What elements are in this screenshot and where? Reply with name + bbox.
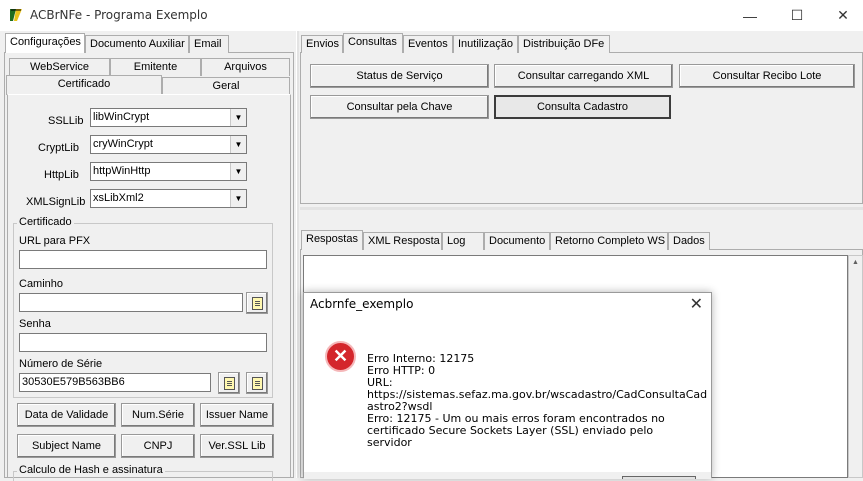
tab-documento[interactable]: Documento (484, 232, 550, 250)
chevron-down-icon[interactable]: ▼ (230, 136, 246, 153)
tab-log[interactable]: Log (442, 232, 484, 250)
caminho-label: Caminho (19, 278, 64, 290)
status-servico-button[interactable]: Status de Serviço (310, 64, 489, 88)
senha-input[interactable] (19, 333, 267, 352)
ver-ssl-lib-button[interactable]: Ver.SSL Lib (200, 434, 274, 458)
tab-consultas[interactable]: Consultas (343, 33, 403, 53)
dialog-title: Acbrnfe_exemplo (310, 297, 414, 311)
chevron-down-icon[interactable]: ▼ (230, 109, 246, 126)
tab-respostas[interactable]: Respostas (301, 230, 363, 250)
error-dialog: Acbrnfe_exemplo ✕ ✕ Erro Interno: 12175 … (303, 292, 712, 479)
tab-email[interactable]: Email (189, 35, 229, 53)
numero-serie-label: Número de Série (19, 358, 103, 370)
load-certificate-button[interactable] (246, 372, 268, 394)
tab-dados[interactable]: Dados (668, 232, 710, 250)
senha-label: Senha (19, 318, 51, 330)
cryptlib-select[interactable]: cryWinCrypt ▼ (90, 135, 247, 154)
url-pfx-input[interactable] (19, 250, 267, 269)
dialog-message: Erro Interno: 12175 Erro HTTP: 0 URL: ht… (367, 352, 708, 449)
document-icon (251, 376, 263, 390)
splitter[interactable] (296, 31, 299, 478)
browse-file-button[interactable] (246, 292, 268, 314)
tab-webservice[interactable]: WebService (9, 58, 110, 76)
xmlsignlib-label: XMLSignLib (26, 196, 86, 208)
consultar-carregando-xml-button[interactable]: Consultar carregando XML (494, 64, 673, 88)
app-icon (8, 7, 24, 23)
chevron-down-icon[interactable]: ▼ (230, 163, 246, 180)
numero-serie-input[interactable]: 30530E579B563BB6 (19, 373, 211, 392)
tab-certificado[interactable]: Certificado (6, 75, 162, 95)
tab-retorno-completo-ws[interactable]: Retorno Completo WS (550, 232, 668, 250)
ssllib-select[interactable]: libWinCrypt ▼ (90, 108, 247, 127)
horizontal-splitter[interactable] (300, 207, 863, 210)
url-pfx-label: URL para PFX (19, 235, 91, 247)
httplib-select[interactable]: httpWinHttp ▼ (90, 162, 247, 181)
maximize-button[interactable]: ☐ (774, 0, 820, 31)
chevron-down-icon[interactable]: ▼ (230, 190, 246, 207)
cryptlib-label: CryptLib (38, 142, 79, 154)
httplib-label: HttpLib (44, 169, 79, 181)
consulta-cadastro-button[interactable]: Consulta Cadastro (494, 95, 671, 119)
consultar-recibo-lote-button[interactable]: Consultar Recibo Lote (679, 64, 855, 88)
tab-emitente[interactable]: Emitente (110, 58, 201, 76)
caminho-input[interactable] (19, 293, 243, 312)
vertical-scrollbar[interactable]: ▲ (848, 255, 863, 478)
data-validade-button[interactable]: Data de Validade (17, 403, 116, 427)
tab-configuracoes[interactable]: Configurações (5, 33, 85, 53)
tab-documento-auxiliar[interactable]: Documento Auxiliar (85, 35, 189, 53)
tab-distribuicao-dfe[interactable]: Distribuição DFe (518, 35, 610, 53)
error-icon: ✕ (325, 341, 356, 372)
tab-envios[interactable]: Envios (301, 35, 343, 53)
tab-eventos[interactable]: Eventos (403, 35, 453, 53)
tab-geral[interactable]: Geral (162, 77, 290, 95)
tab-inutilizacao[interactable]: Inutilização (453, 35, 518, 53)
issuer-name-button[interactable]: Issuer Name (200, 403, 274, 427)
certificado-group-title: Certificado (17, 216, 74, 228)
tab-xml-resposta[interactable]: XML Resposta (363, 232, 442, 250)
scroll-up-icon[interactable]: ▲ (849, 259, 862, 266)
title-bar: ACBrNFe - Programa Exemplo — ☐ ✕ (0, 0, 863, 31)
hash-group-title: Calculo de Hash e assinatura (17, 464, 165, 476)
tab-arquivos[interactable]: Arquivos (201, 58, 290, 76)
ssllib-label: SSLLib (48, 115, 84, 127)
xmlsignlib-select[interactable]: xsLibXml2 ▼ (90, 189, 247, 208)
close-button[interactable]: ✕ (820, 0, 863, 31)
subject-name-button[interactable]: Subject Name (17, 434, 116, 458)
dialog-close-button[interactable]: ✕ (690, 294, 703, 314)
consultar-chave-button[interactable]: Consultar pela Chave (310, 95, 489, 119)
minimize-button[interactable]: — (727, 0, 773, 31)
num-serie-button[interactable]: Num.Série (121, 403, 195, 427)
document-icon (251, 296, 263, 310)
select-certificate-button[interactable] (218, 372, 240, 394)
window-title: ACBrNFe - Programa Exemplo (30, 8, 208, 22)
cnpj-button[interactable]: CNPJ (121, 434, 195, 458)
document-icon (223, 376, 235, 390)
